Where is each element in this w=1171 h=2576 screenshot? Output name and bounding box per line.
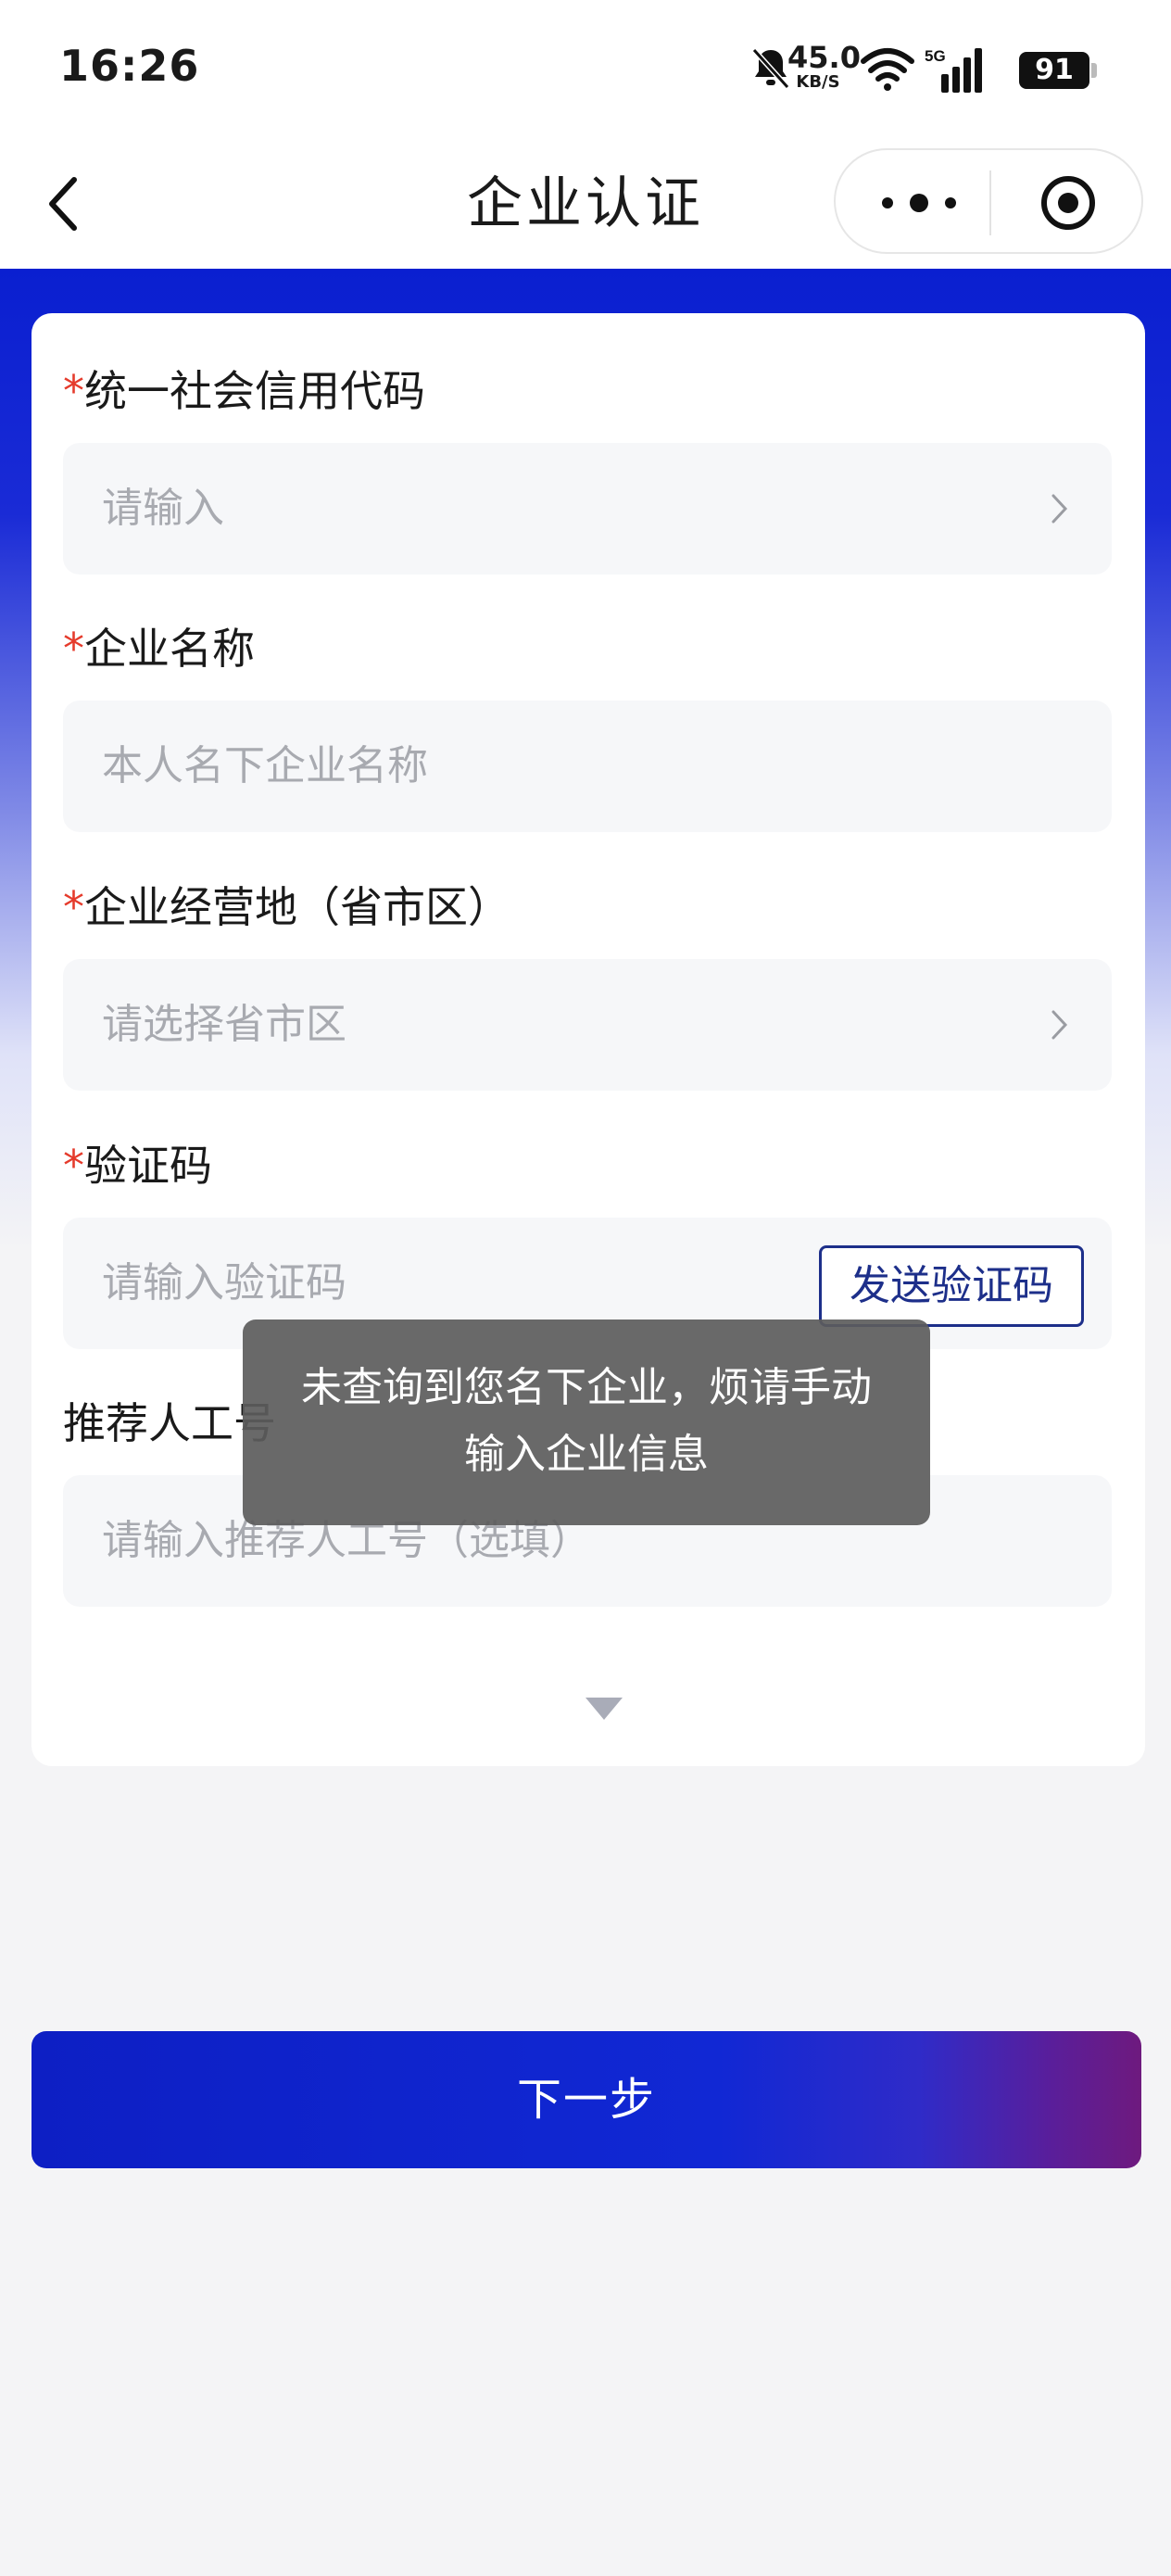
company-name-input[interactable]: 本人名下企业名称 xyxy=(63,701,1112,832)
credit-code-input[interactable]: 请输入 xyxy=(63,443,1112,575)
status-icons: 45.0 KB/S 5G 91 xyxy=(634,43,1097,98)
signal-icon: 5G xyxy=(925,47,982,93)
toast-line-1: 未查询到您名下企业，烦请手动 xyxy=(301,1364,872,1411)
close-miniprogram-icon[interactable] xyxy=(1039,174,1097,232)
business-location-placeholder: 请选择省市区 xyxy=(102,1001,346,1048)
expand-down-icon[interactable] xyxy=(584,1696,624,1722)
credit-code-placeholder: 请输入 xyxy=(102,485,224,532)
bell-muted-icon xyxy=(751,47,790,90)
network-type-label: 5G xyxy=(925,47,946,65)
send-code-button[interactable]: 发送验证码 xyxy=(819,1245,1084,1327)
chevron-right-icon xyxy=(1051,494,1068,524)
company-name-placeholder: 本人名下企业名称 xyxy=(102,742,428,789)
toast-message: 未查询到您名下企业，烦请手动 输入企业信息 xyxy=(243,1320,930,1525)
battery-icon: 91 xyxy=(1019,52,1097,89)
toast-line-2: 输入企业信息 xyxy=(464,1431,709,1478)
next-step-button[interactable]: 下一步 xyxy=(31,2031,1141,2168)
verification-code-label: *验证码 xyxy=(63,1141,212,1191)
net-speed: 45.0 KB/S xyxy=(787,40,861,92)
miniprogram-capsule xyxy=(834,148,1143,254)
more-icon[interactable] xyxy=(873,178,965,228)
form-card: *统一社会信用代码 请输入 *企业名称 本人名下企业名称 *企业经营地（省市区）… xyxy=(31,313,1145,1766)
chevron-right-icon xyxy=(1051,1010,1068,1040)
credit-code-label: *统一社会信用代码 xyxy=(63,366,425,416)
business-location-label: *企业经营地（省市区） xyxy=(63,882,510,932)
status-time: 16:26 xyxy=(59,41,200,91)
wifi-icon xyxy=(861,48,914,91)
status-bar: 16:26 45.0 KB/S 5G 91 xyxy=(0,0,1171,139)
capsule-divider xyxy=(989,170,991,235)
business-location-picker[interactable]: 请选择省市区 xyxy=(63,959,1112,1091)
company-name-label: *企业名称 xyxy=(63,624,255,674)
nav-bar: 企业认证 xyxy=(0,139,1171,269)
